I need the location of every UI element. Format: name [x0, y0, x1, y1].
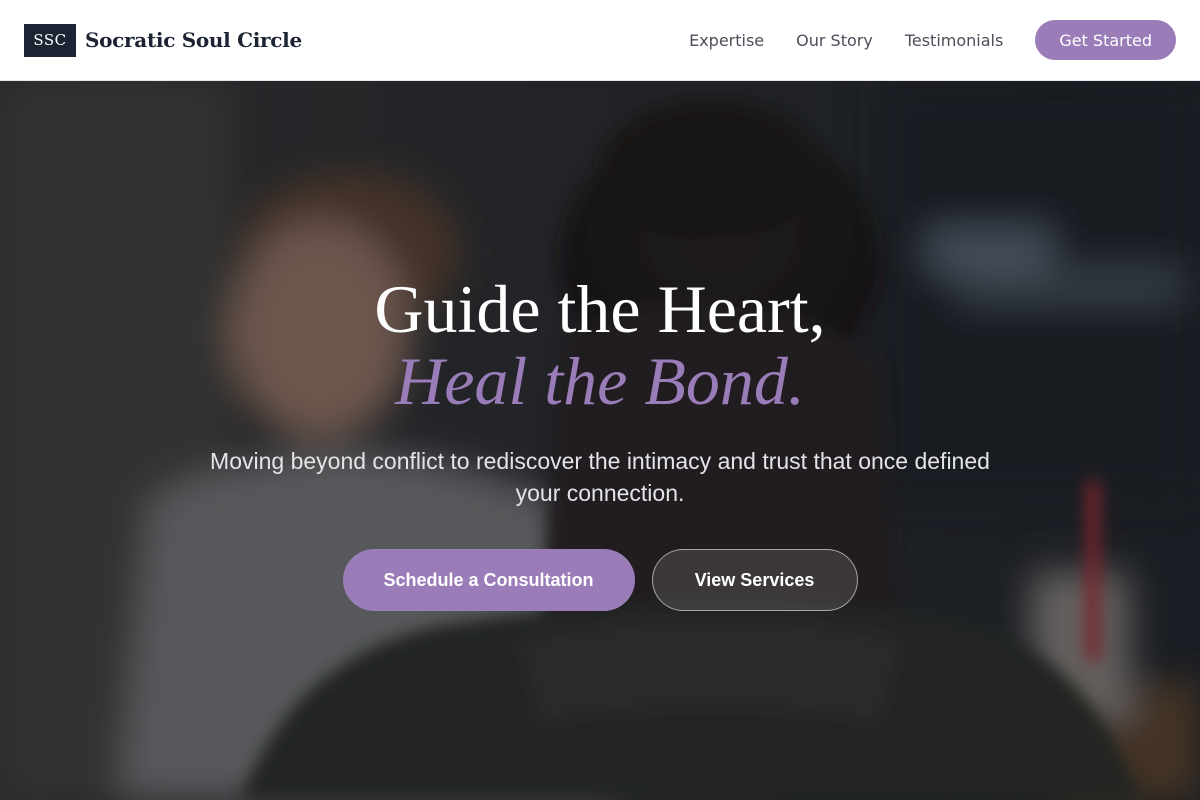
nav-link-expertise[interactable]: Expertise — [689, 31, 764, 50]
hero-button-group: Schedule a Consultation View Services — [342, 549, 858, 611]
hero-section: Guide the Heart, Heal the Bond. Moving b… — [0, 81, 1200, 800]
nav-link-our-story[interactable]: Our Story — [796, 31, 873, 50]
schedule-consultation-button[interactable]: Schedule a Consultation — [342, 549, 635, 611]
main-nav: Expertise Our Story Testimonials Get Sta… — [689, 20, 1176, 60]
top-navigation-bar: SSC Socratic Soul Circle Expertise Our S… — [0, 0, 1200, 81]
view-services-button[interactable]: View Services — [651, 549, 858, 611]
hero-subtext: Moving beyond conflict to rediscover the… — [210, 448, 990, 506]
get-started-button[interactable]: Get Started — [1035, 20, 1176, 60]
nav-link-testimonials[interactable]: Testimonials — [905, 31, 1004, 50]
logo-mark[interactable]: SSC — [24, 23, 76, 57]
hero-headline-accent: Heal the Bond. — [395, 343, 805, 419]
hero-content: Guide the Heart, Heal the Bond. Moving b… — [0, 81, 1200, 800]
brand-name[interactable]: Socratic Soul Circle — [85, 28, 302, 52]
hero-headline: Guide the Heart, — [374, 271, 826, 347]
